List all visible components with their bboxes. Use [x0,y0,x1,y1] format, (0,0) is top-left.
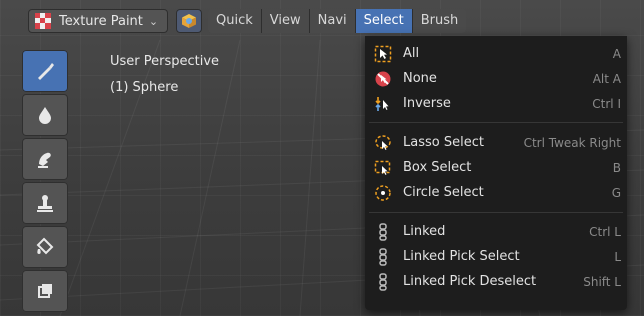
tool-shelf [22,50,68,314]
mode-selector[interactable]: Texture Paint ⌄ [28,9,168,33]
menu-item-linked-pick-select[interactable]: Linked Pick Select L [365,244,627,269]
viewport-header: Texture Paint ⌄ Quick View Navi Select B… [0,0,644,36]
menu-item-none[interactable]: None Alt A [365,66,627,91]
viewport-perspective-label: User Perspective [110,54,220,69]
texture-paint-icon [35,13,51,29]
header-menu-tabs: Quick View Navi Select Brush [208,9,467,33]
menu-separator [369,122,623,123]
menu-item-label: Box Select [403,160,472,175]
cube-icon [182,14,196,28]
menu-item-label: Inverse [403,96,451,111]
mode-label: Texture Paint [59,13,143,29]
menu-item-label: Linked Pick Select [403,249,520,264]
tool-mask[interactable] [22,270,68,312]
menu-item-shortcut: Ctrl L [589,224,621,239]
chevron-down-icon: ⌄ [148,14,159,28]
select-all-icon [374,45,392,63]
menu-item-shortcut: B [612,160,621,175]
linked-icon [379,223,387,241]
select-inverse-icon [375,97,389,111]
menu-item-shortcut: Ctrl I [592,96,621,111]
object-type-button[interactable] [176,9,202,33]
circle-select-icon [375,185,391,201]
menu-item-all[interactable]: All A [365,41,627,66]
draw-brush-icon [38,63,54,80]
soften-icon [39,107,51,124]
menu-item-label: Linked [403,224,446,239]
menu-item-label: All [403,46,420,61]
menu-item-label: Circle Select [403,185,484,200]
menu-item-inverse[interactable]: Inverse Ctrl I [365,91,627,116]
tab-view[interactable]: View [261,9,310,33]
tab-select[interactable]: Select [355,9,413,33]
menu-item-linked[interactable]: Linked Ctrl L [365,219,627,244]
linked-pick-select-icon [379,248,387,266]
menu-item-box-select[interactable]: Box Select B [365,155,627,180]
tool-soften[interactable] [22,94,68,136]
menu-item-shortcut: A [612,46,621,61]
menu-separator [369,212,623,213]
menu-item-shortcut: Shift L [583,274,621,289]
tool-clone[interactable] [22,182,68,224]
menu-item-linked-pick-deselect[interactable]: Linked Pick Deselect Shift L [365,269,627,294]
menu-item-lasso-select[interactable]: Lasso Select Ctrl Tweak Right [365,130,627,155]
menu-item-shortcut: Ctrl Tweak Right [523,135,621,150]
smear-icon [38,152,51,168]
menu-item-shortcut: G [611,185,621,200]
menu-item-circle-select[interactable]: Circle Select G [365,180,627,205]
tab-quick[interactable]: Quick [208,9,262,33]
tool-draw[interactable] [22,50,68,92]
viewport-object-label: (1) Sphere [110,80,179,95]
menu-item-shortcut: Alt A [592,71,621,86]
box-select-icon [374,160,391,175]
menu-item-label: Lasso Select [403,135,484,150]
select-menu: All A None Alt A Inverse Ctrl I Lasso Se… [365,36,627,310]
tab-navi[interactable]: Navi [309,9,356,33]
menu-item-label: None [403,71,437,86]
linked-pick-deselect-icon [379,273,387,291]
menu-item-label: Linked Pick Deselect [403,274,537,289]
mask-icon [38,284,52,298]
tab-brush[interactable]: Brush [412,9,467,33]
select-none-icon [375,71,391,87]
lasso-select-icon [375,135,391,150]
fill-icon [36,237,54,255]
tool-smear[interactable] [22,138,68,180]
menu-item-shortcut: L [614,249,621,264]
tool-fill[interactable] [22,226,68,268]
clone-icon [37,195,53,212]
